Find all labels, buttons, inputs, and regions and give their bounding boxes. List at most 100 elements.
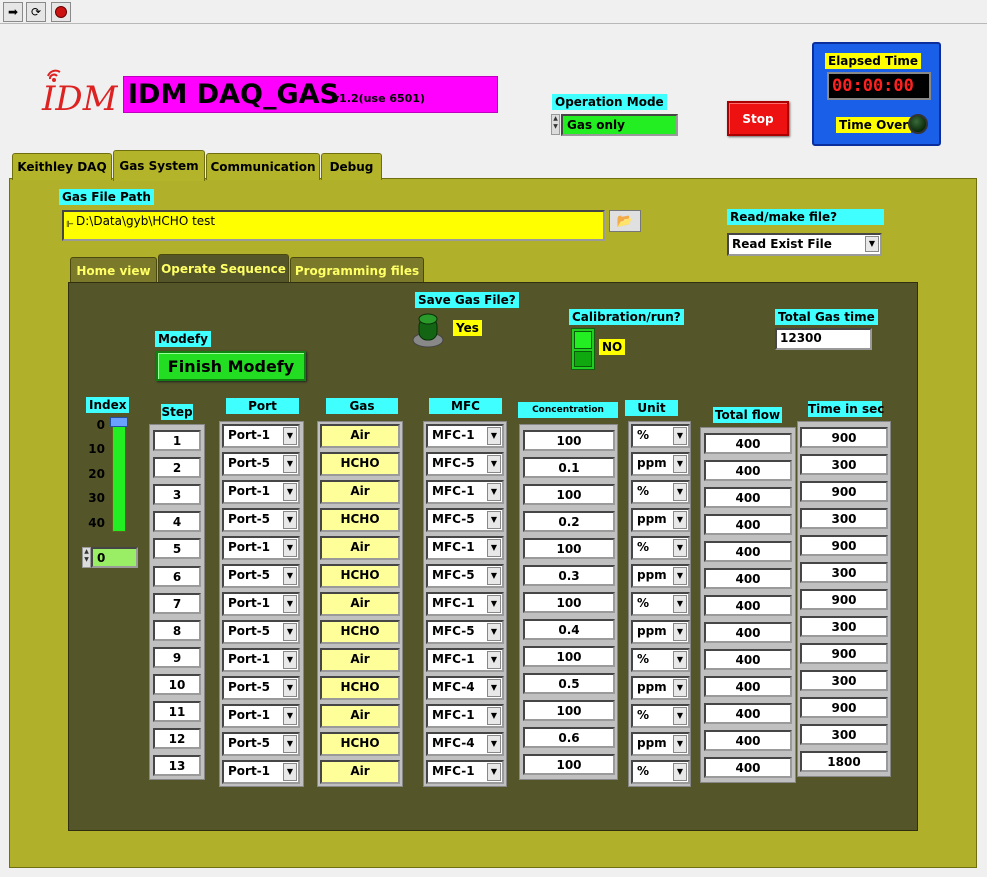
mfc-select[interactable]: MFC-1 ▼ — [426, 704, 504, 728]
chevron-down-icon[interactable]: ▼ — [283, 735, 297, 753]
time-cell[interactable]: 300 — [800, 562, 888, 583]
chevron-down-icon[interactable]: ▼ — [487, 763, 501, 781]
chevron-down-icon[interactable]: ▼ — [673, 595, 687, 613]
index-spinner[interactable]: ▲ ▼ — [82, 547, 91, 568]
port-select[interactable]: Port-5 ▼ — [222, 508, 300, 532]
tab-home-view[interactable]: Home view — [70, 257, 157, 283]
save-gas-file-toggle[interactable] — [410, 310, 450, 352]
total-flow-cell[interactable]: 400 — [704, 487, 792, 508]
concentration-cell[interactable]: 100 — [523, 646, 615, 667]
chevron-down-icon[interactable]: ▼ — [283, 651, 297, 669]
chevron-down-icon[interactable]: ▼ — [487, 567, 501, 585]
time-cell[interactable]: 900 — [800, 481, 888, 502]
unit-select[interactable]: ppm ▼ — [631, 620, 690, 644]
port-select[interactable]: Port-1 ▼ — [222, 760, 300, 784]
concentration-cell[interactable]: 0.3 — [523, 565, 615, 586]
total-flow-cell[interactable]: 400 — [704, 676, 792, 697]
chevron-down-icon[interactable]: ▼ — [487, 623, 501, 641]
tab-debug[interactable]: Debug — [321, 153, 382, 180]
unit-select[interactable]: % ▼ — [631, 424, 690, 448]
port-select[interactable]: Port-5 ▼ — [222, 732, 300, 756]
time-cell[interactable]: 300 — [800, 670, 888, 691]
chevron-down-icon[interactable]: ▼ — [283, 763, 297, 781]
tab-keithley-daq[interactable]: Keithley DAQ — [12, 153, 112, 180]
mfc-select[interactable]: MFC-1 ▼ — [426, 480, 504, 504]
chevron-down-icon[interactable]: ▼ — [487, 511, 501, 529]
mfc-select[interactable]: MFC-1 ▼ — [426, 592, 504, 616]
port-select[interactable]: Port-5 ▼ — [222, 564, 300, 588]
total-flow-cell[interactable]: 400 — [704, 649, 792, 670]
time-cell[interactable]: 900 — [800, 427, 888, 448]
stop-button[interactable]: Stop — [727, 101, 789, 136]
operation-mode-spinner[interactable]: ▲ ▼ — [551, 114, 560, 135]
unit-select[interactable]: ppm ▼ — [631, 452, 690, 476]
mfc-select[interactable]: MFC-1 ▼ — [426, 648, 504, 672]
run-continuous-icon[interactable]: ⟳ — [26, 2, 46, 22]
chevron-down-icon[interactable]: ▼ — [487, 539, 501, 557]
chevron-down-icon[interactable]: ▼ — [673, 707, 687, 725]
total-flow-cell[interactable]: 400 — [704, 568, 792, 589]
chevron-down-icon[interactable]: ▼ — [283, 707, 297, 725]
time-cell[interactable]: 300 — [800, 724, 888, 745]
tab-operate-sequence[interactable]: Operate Sequence — [158, 254, 289, 282]
chevron-down-icon[interactable]: ▼ — [673, 651, 687, 669]
chevron-down-icon[interactable]: ▼ — [283, 595, 297, 613]
time-cell[interactable]: 300 — [800, 616, 888, 637]
chevron-down-icon[interactable]: ▼ — [487, 735, 501, 753]
time-cell[interactable]: 900 — [800, 697, 888, 718]
index-value[interactable]: 0 — [91, 547, 138, 568]
chevron-down-icon[interactable]: ▼ — [283, 623, 297, 641]
chevron-down-icon[interactable]: ▼ — [487, 679, 501, 697]
total-flow-cell[interactable]: 400 — [704, 757, 792, 778]
time-cell[interactable]: 900 — [800, 643, 888, 664]
concentration-cell[interactable]: 100 — [523, 430, 615, 451]
mfc-select[interactable]: MFC-5 ▼ — [426, 508, 504, 532]
time-cell[interactable]: 300 — [800, 454, 888, 475]
concentration-cell[interactable]: 0.1 — [523, 457, 615, 478]
slider-handle-icon[interactable] — [110, 417, 128, 427]
finish-modefy-button[interactable]: Finish Modefy — [156, 351, 306, 381]
unit-select[interactable]: % ▼ — [631, 536, 690, 560]
total-flow-cell[interactable]: 400 — [704, 622, 792, 643]
total-flow-cell[interactable]: 400 — [704, 595, 792, 616]
unit-select[interactable]: % ▼ — [631, 648, 690, 672]
concentration-cell[interactable]: 100 — [523, 484, 615, 505]
chevron-down-icon[interactable]: ▼ — [283, 511, 297, 529]
port-select[interactable]: Port-1 ▼ — [222, 536, 300, 560]
port-select[interactable]: Port-1 ▼ — [222, 648, 300, 672]
unit-select[interactable]: ppm ▼ — [631, 676, 690, 700]
port-select[interactable]: Port-1 ▼ — [222, 424, 300, 448]
concentration-cell[interactable]: 100 — [523, 700, 615, 721]
port-select[interactable]: Port-5 ▼ — [222, 452, 300, 476]
chevron-down-icon[interactable]: ▼ — [283, 567, 297, 585]
concentration-cell[interactable]: 0.4 — [523, 619, 615, 640]
chevron-down-icon[interactable]: ▼ — [283, 455, 297, 473]
time-cell[interactable]: 1800 — [800, 751, 888, 772]
mfc-select[interactable]: MFC-5 ▼ — [426, 564, 504, 588]
chevron-down-icon[interactable]: ▼ — [487, 483, 501, 501]
index-slider[interactable] — [110, 417, 128, 532]
chevron-down-icon[interactable]: ▼ — [487, 651, 501, 669]
chevron-down-icon[interactable]: ▼ — [487, 427, 501, 445]
time-cell[interactable]: 900 — [800, 535, 888, 556]
total-flow-cell[interactable]: 400 — [704, 541, 792, 562]
chevron-down-icon[interactable]: ▼ — [283, 539, 297, 557]
concentration-cell[interactable]: 0.5 — [523, 673, 615, 694]
concentration-cell[interactable]: 100 — [523, 754, 615, 775]
calibration-switch[interactable] — [571, 328, 595, 370]
total-flow-cell[interactable]: 400 — [704, 514, 792, 535]
chevron-down-icon[interactable]: ▼ — [673, 679, 687, 697]
port-select[interactable]: Port-5 ▼ — [222, 676, 300, 700]
unit-select[interactable]: % ▼ — [631, 760, 690, 784]
chevron-down-icon[interactable]: ▼ — [673, 511, 687, 529]
chevron-down-icon[interactable]: ▼ — [673, 539, 687, 557]
chevron-down-icon[interactable]: ▼ — [487, 455, 501, 473]
chevron-down-icon[interactable]: ▼ — [283, 483, 297, 501]
chevron-down-icon[interactable]: ▼ — [673, 567, 687, 585]
time-cell[interactable]: 300 — [800, 508, 888, 529]
chevron-down-icon[interactable]: ▼ — [673, 623, 687, 641]
concentration-cell[interactable]: 0.6 — [523, 727, 615, 748]
port-select[interactable]: Port-5 ▼ — [222, 620, 300, 644]
chevron-down-icon[interactable]: ▼ — [673, 735, 687, 753]
operation-mode-field[interactable]: Gas only — [561, 114, 678, 136]
